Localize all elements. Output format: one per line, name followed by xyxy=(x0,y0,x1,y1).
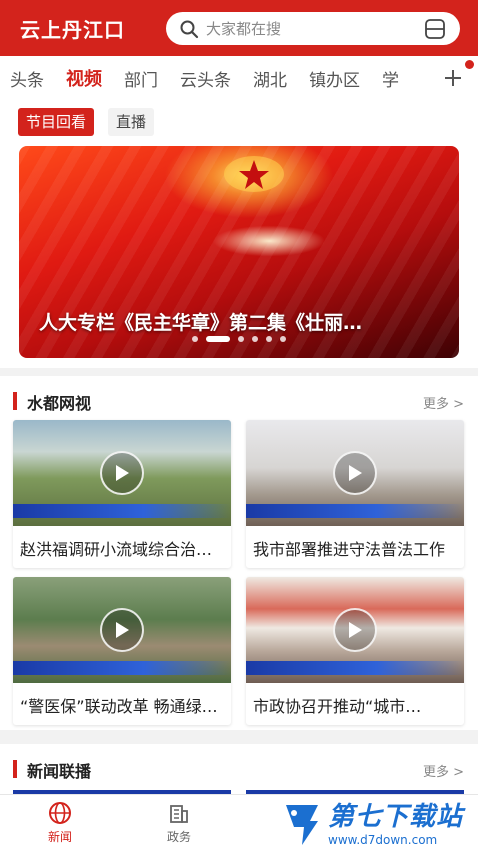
video-card[interactable]: “警医保”联动改革 畅通绿色通道 xyxy=(13,577,231,725)
video-title: 我市部署推进守法普法工作 xyxy=(253,540,446,559)
video-title: 赵洪福调研小流域综合治理工作 xyxy=(20,540,226,559)
building-icon xyxy=(170,805,188,823)
watermark-url: www.d7down.com xyxy=(328,832,438,847)
subtab-replay[interactable]: 节目回看 xyxy=(18,108,95,136)
hero-card: 节目回看 直播 人大专栏《民主华章》第二集《壮丽… xyxy=(0,100,478,368)
search-input[interactable]: 大家都在搜 xyxy=(166,12,460,45)
app-header: 云上丹江口 大家都在搜 xyxy=(0,0,478,56)
scan-icon[interactable] xyxy=(424,18,446,44)
play-icon[interactable] xyxy=(333,451,377,495)
section-accent-bar xyxy=(13,760,17,778)
app-logo: 云上丹江口 xyxy=(20,17,125,42)
section-title: 新闻联播 xyxy=(27,762,92,781)
section-header: 新闻联播 更多 > xyxy=(0,744,478,794)
carousel-dot[interactable] xyxy=(238,336,244,342)
nav-government[interactable]: 政务 xyxy=(139,801,219,845)
section-shuidu-tv: 水都网视 更多 > 赵洪福调研小流域综合治理工作 我市部署推进守法普法工作 “警… xyxy=(0,376,478,730)
banner-title: 人大专栏《民主华章》第二集《壮丽… xyxy=(39,312,363,334)
play-icon[interactable] xyxy=(333,608,377,652)
plus-icon xyxy=(445,70,461,86)
video-card[interactable]: 赵洪福调研小流域综合治理工作 xyxy=(13,420,231,568)
tab-cloud-headlines[interactable]: 云头条 xyxy=(180,66,231,91)
site-watermark: 第七下载站 www.d7down.com xyxy=(282,798,478,850)
notification-dot xyxy=(465,60,474,69)
video-card[interactable]: 市政协召开推动“城市… xyxy=(246,577,464,725)
globe-icon xyxy=(49,802,71,824)
play-icon[interactable] xyxy=(100,608,144,652)
carousel-dot[interactable] xyxy=(252,336,258,342)
search-placeholder: 大家都在搜 xyxy=(206,20,282,38)
more-link[interactable]: 更多 > xyxy=(423,393,464,412)
nav-news[interactable]: 新闻 xyxy=(20,801,100,845)
tab-toutiao[interactable]: 头条 xyxy=(10,66,44,91)
tab-video[interactable]: 视频 xyxy=(66,65,102,91)
nav-label: 新闻 xyxy=(47,830,72,844)
video-title: “警医保”联动改革 畅通绿色通道 xyxy=(20,697,226,716)
section-title: 水都网视 xyxy=(27,394,92,413)
news-caption-strip xyxy=(246,504,464,518)
news-caption-strip xyxy=(246,661,464,675)
section-header: 水都网视 更多 > xyxy=(0,376,478,426)
tab-hubei[interactable]: 湖北 xyxy=(253,66,287,91)
play-icon[interactable] xyxy=(100,451,144,495)
carousel-indicator xyxy=(19,336,459,342)
subtab-live[interactable]: 直播 xyxy=(108,108,155,136)
carousel-dot-active[interactable] xyxy=(206,336,230,342)
banner-carousel[interactable]: 人大专栏《民主华章》第二集《壮丽… xyxy=(19,146,459,358)
video-card[interactable]: 我市部署推进守法普法工作 xyxy=(246,420,464,568)
tab-study[interactable]: 学 xyxy=(382,66,399,91)
news-caption-strip xyxy=(13,504,231,518)
video-title: 市政协召开推动“城市… xyxy=(253,697,422,716)
search-icon xyxy=(172,12,206,45)
more-link[interactable]: 更多 > xyxy=(423,761,464,780)
tab-towns[interactable]: 镇办区 xyxy=(309,66,360,91)
carousel-dot[interactable] xyxy=(266,336,272,342)
news-caption-strip xyxy=(13,661,231,675)
carousel-dot[interactable] xyxy=(280,336,286,342)
watermark-title: 第七下载站 xyxy=(328,801,464,832)
star-emblem-icon xyxy=(224,156,284,192)
tab-departments[interactable]: 部门 xyxy=(124,66,158,91)
section-news-broadcast: 新闻联播 更多 > xyxy=(0,744,478,794)
section-accent-bar xyxy=(13,392,17,410)
category-tabs: 头条 视频 部门 云头条 湖北 镇办区 学 xyxy=(0,56,478,100)
subtabs: 节目回看 直播 xyxy=(18,108,168,136)
carousel-dot[interactable] xyxy=(192,336,198,342)
nav-label: 政务 xyxy=(166,830,191,844)
watermark-logo-icon xyxy=(286,805,318,845)
